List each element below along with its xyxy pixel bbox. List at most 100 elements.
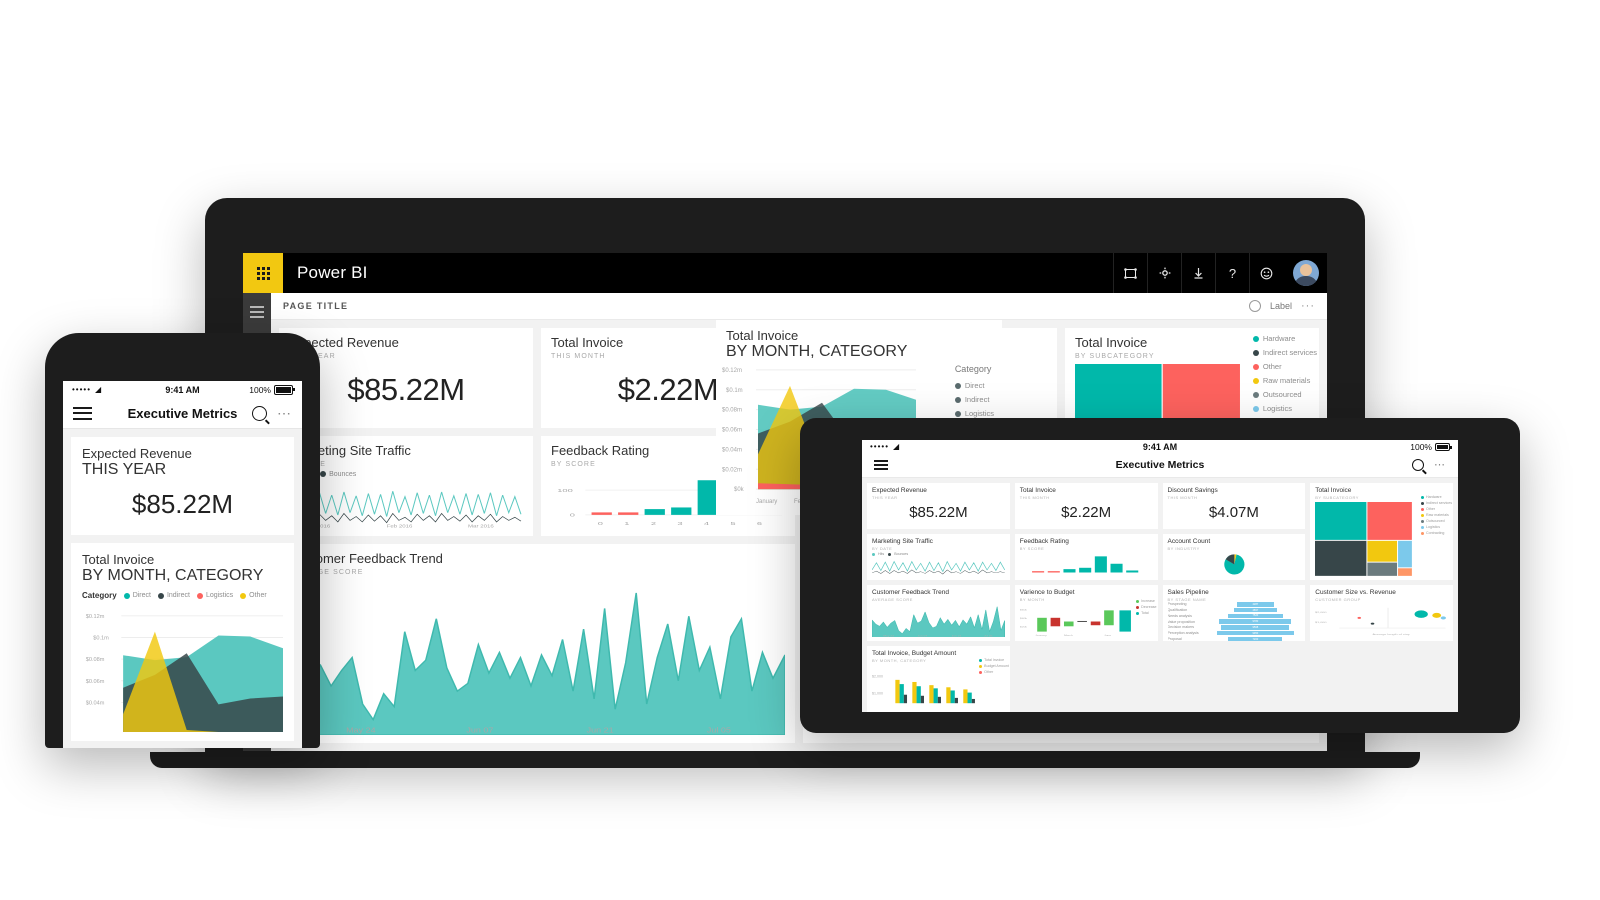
legend-item: Other	[1252, 362, 1317, 371]
help-icon[interactable]: ?	[1215, 253, 1249, 293]
tile-customer-feedback-trend[interactable]: Customer Feedback Trend AVERAGE SCORE Ma…	[867, 585, 1010, 642]
svg-text:March: March	[1064, 634, 1074, 637]
legend-item: Direct	[954, 381, 994, 390]
tile-title: Marketing Site Traffic	[289, 443, 411, 458]
svg-text:May 24: May 24	[883, 634, 894, 637]
label-toggle-icon[interactable]	[1248, 300, 1261, 312]
download-icon[interactable]	[1181, 253, 1215, 293]
card-expected-revenue[interactable]: Expected Revenue THIS YEAR $85.22M	[71, 437, 294, 535]
search-icon[interactable]	[252, 405, 267, 421]
svg-text:$0k: $0k	[734, 487, 744, 493]
funnel-row: Perception analysis 9950	[1168, 631, 1301, 636]
tile-subtitle: AVERAGE SCORE	[872, 597, 913, 603]
tile-marketing-site-traffic[interactable]: Marketing Site Traffic BY DATE Hits Boun…	[867, 534, 1010, 580]
status-time: 9:41 AM	[1142, 441, 1178, 452]
svg-text:$20k: $20k	[1020, 625, 1028, 628]
svg-text:$2,000: $2,000	[1315, 611, 1327, 614]
avatar[interactable]	[1293, 260, 1319, 286]
page-bar: PAGE TITLE Label ···	[271, 293, 1327, 320]
svg-text:Feb 2016: Feb 2016	[387, 524, 413, 528]
legend-item: Hardware	[1252, 334, 1317, 343]
tile-title: Total Invoice	[726, 328, 799, 343]
svg-text:100: 100	[557, 487, 573, 493]
tile-total-invoice-kpi[interactable]: Total Invoice THIS MONTH $2.22M	[1014, 483, 1158, 529]
status-battery: 100%	[1410, 442, 1452, 452]
svg-text:$0.12m: $0.12m	[86, 614, 105, 620]
svg-text:0: 0	[598, 520, 603, 526]
tile-title: Customer Feedback Trend	[872, 589, 949, 596]
status-battery: 100%	[249, 384, 295, 395]
svg-text:$1,000: $1,000	[872, 692, 883, 696]
hamburger-icon[interactable]	[250, 306, 264, 318]
grouped-bar-plot: $2,000 $1,000	[872, 665, 989, 712]
funnel-row: Value proposition 9780	[1168, 619, 1301, 624]
funnel-row: Decision makers 9568	[1168, 625, 1301, 630]
tile-feedback-rating[interactable]: Feedback Rating BY SCORE	[1014, 534, 1158, 580]
legend-item: Logistics	[954, 409, 994, 418]
page-title: PAGE TITLE	[283, 301, 349, 311]
legend-item: Indirect	[954, 395, 994, 404]
category-legend: Category Direct Indirect Logistics Other	[82, 591, 283, 600]
tile-subtitle: THIS YEAR	[289, 352, 336, 360]
tile-total-invoice-budget[interactable]: Total Invoice, Budget Amount BY MONTH, C…	[867, 646, 1010, 712]
treemap-legend: Hardware Indirect services Other Raw mat…	[1252, 334, 1317, 413]
funnel-row: Proposal 7200	[1168, 636, 1301, 642]
search-icon[interactable]	[1412, 459, 1424, 471]
card-total-invoice[interactable]: Total Invoice BY MONTH, CATEGORY Categor…	[71, 543, 294, 741]
tile-account-count[interactable]: Account Count BY INDUSTRY	[1162, 534, 1306, 580]
svg-text:January: January	[1035, 634, 1047, 637]
tile-subtitle: BY DATE	[872, 546, 893, 552]
svg-text:$2,000: $2,000	[872, 675, 883, 679]
svg-text:$0.02m: $0.02m	[722, 467, 742, 473]
more-icon[interactable]: ⋯	[1434, 460, 1446, 471]
tile-subtitle: BY INDUSTRY	[1167, 546, 1200, 552]
svg-text:$1,000: $1,000	[1315, 621, 1327, 624]
svg-text:$40k: $40k	[1020, 617, 1028, 620]
feedback-smiley-icon[interactable]	[1249, 253, 1283, 293]
app-launcher-icon[interactable]	[243, 253, 283, 293]
tablet-screen: ••••• ◢ 9:41 AM 100% Executive Metrics ⋯…	[862, 440, 1458, 712]
tile-total-invoice-treemap[interactable]: Total Invoice BY SUBCATEGORY Hardware In…	[1310, 483, 1453, 580]
tile-title: Expected Revenue	[872, 487, 927, 494]
tile-title: Account Count	[1167, 538, 1211, 545]
grouped-bar-legend: Total Invoice Budget Amount Other	[979, 658, 1009, 674]
tablet-actions: ⋯	[1412, 459, 1446, 471]
label-toggle-text[interactable]: Label	[1270, 301, 1292, 311]
svg-text:$0.1m: $0.1m	[726, 388, 743, 394]
svg-text:3: 3	[677, 520, 682, 526]
wifi-icon: ◢	[893, 442, 900, 451]
tile-variance-to-budget[interactable]: Varience to Budget BY MONTH $60k $40k $2…	[1014, 585, 1158, 642]
more-menu-icon[interactable]: ···	[1301, 301, 1315, 312]
trend-plot: May 24 Jun 07 Jun 21 Jul 05	[872, 604, 1005, 638]
scatter-plot: $2,000 $1,000 Average length of stay	[1315, 604, 1448, 637]
svg-text:Jul 05: Jul 05	[707, 725, 731, 734]
tile-customer-feedback-trend[interactable]: Customer Feedback Trend AVERAGE SCORE Ma…	[279, 544, 795, 743]
settings-gear-icon[interactable]	[1147, 253, 1181, 293]
card-subtitle: BY MONTH, CATEGORY	[82, 567, 264, 584]
phone-status-bar: ••••• ◢ 9:41 AM 100%	[63, 381, 302, 398]
svg-text:June: June	[1104, 634, 1112, 637]
phone-actions: ⋯	[252, 405, 292, 421]
kpi-value: $85.22M	[347, 371, 465, 407]
card-subtitle: THIS YEAR	[82, 461, 167, 478]
traffic-legend: Hits Bounces	[872, 552, 1005, 556]
tile-sales-pipeline[interactable]: Sales Pipeline BY STAGE NAME Prospecting…	[1162, 585, 1306, 642]
traffic-plot: Jan 2016 Feb 2016 Mar 2016	[289, 482, 523, 528]
kpi-value: $2.22M	[1061, 504, 1112, 522]
tile-subtitle: AVERAGE SCORE	[289, 568, 364, 576]
more-icon[interactable]: ⋯	[277, 406, 292, 420]
app-title: Executive Metrics	[1115, 459, 1205, 471]
tile-title: Customer Feedback Trend	[289, 551, 443, 566]
tile-expected-revenue[interactable]: Expected Revenue THIS YEAR $85.22M	[867, 483, 1010, 529]
legend-item: Outsourced	[1252, 390, 1317, 399]
fullscreen-icon[interactable]	[1113, 253, 1147, 293]
tablet-tile-grid: Expected Revenue THIS YEAR $85.22M Total…	[862, 478, 1458, 712]
legend-item: Other	[240, 592, 267, 599]
tile-subtitle: BY DATE	[289, 461, 523, 468]
hamburger-icon[interactable]	[73, 403, 92, 423]
account-pie-plot	[1168, 553, 1301, 576]
tile-customer-size-vs-revenue[interactable]: Customer Size vs. Revenue CUSTOMER GROUP…	[1310, 585, 1453, 642]
tablet-app-bar: Executive Metrics ⋯	[862, 453, 1458, 478]
brand-name: Power BI	[297, 263, 368, 282]
tile-discount-savings[interactable]: Discount Savings THIS MONTH $4.07M	[1162, 483, 1306, 529]
